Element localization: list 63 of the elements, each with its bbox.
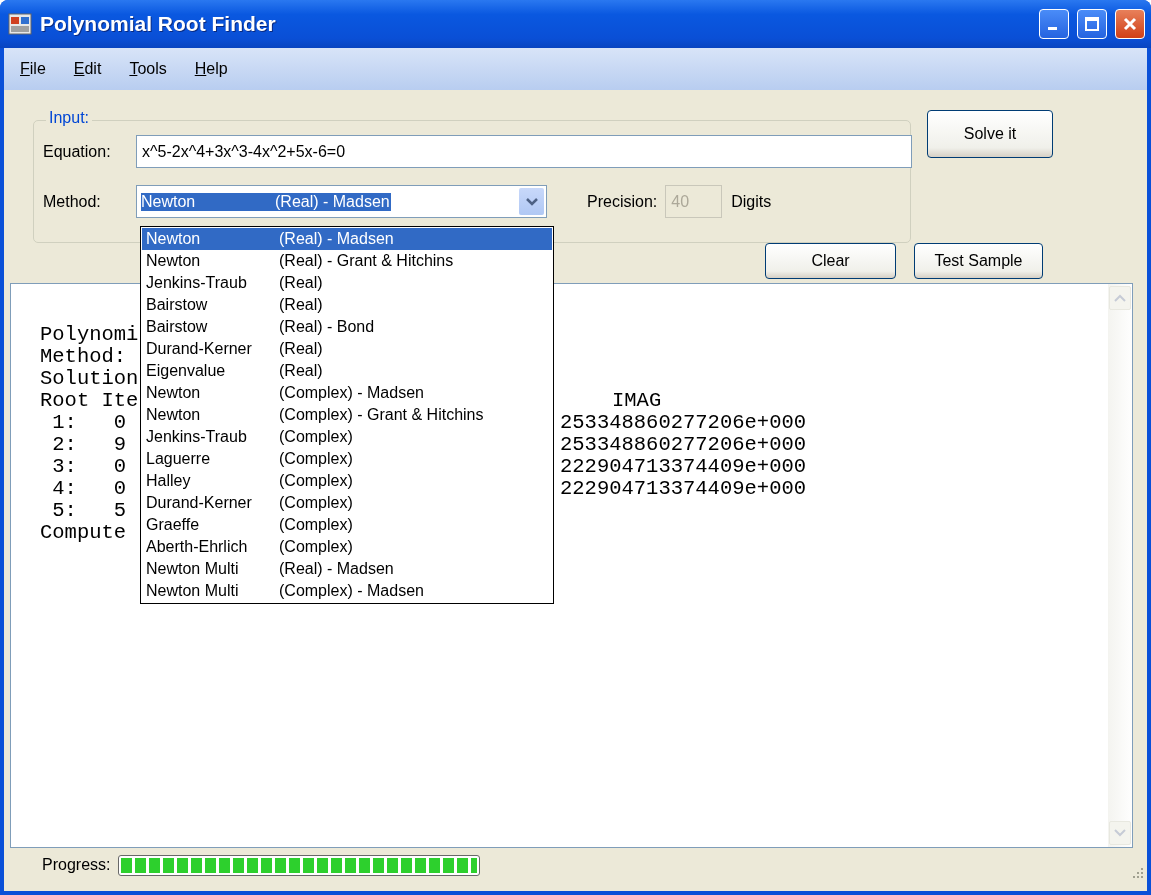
close-button[interactable] xyxy=(1115,9,1145,39)
menu-item[interactable]: Help xyxy=(184,56,238,82)
output-text: Method: xyxy=(40,346,127,368)
app-icon xyxy=(8,12,32,36)
method-label: Method: xyxy=(43,192,102,211)
group-legend: Input: xyxy=(46,109,93,127)
minimize-icon xyxy=(1047,26,1057,30)
output-text: Root Ite xyxy=(40,390,139,412)
method-option[interactable]: Newton (Real) - Madsen xyxy=(142,228,552,250)
maximize-icon xyxy=(1084,16,1100,32)
method-option[interactable]: Bairstow (Real) xyxy=(142,294,552,316)
resize-grip-icon[interactable] xyxy=(1130,865,1144,879)
output-text: 222904713374409e+000 xyxy=(560,478,807,500)
window-title: Polynomial Root Finder xyxy=(40,12,277,36)
method-option[interactable]: Eigenvalue (Real) xyxy=(142,360,552,382)
test-sample-button[interactable]: Test Sample xyxy=(914,243,1043,279)
method-option[interactable]: Graeffe (Complex) xyxy=(142,514,552,536)
progress-label: Progress: xyxy=(42,856,111,874)
equation-label: Equation: xyxy=(43,142,112,161)
method-option[interactable]: Jenkins-Traub (Complex) xyxy=(142,426,552,448)
method-dropdown[interactable]: Newton (Real) - Madsen xyxy=(136,185,547,218)
method-option[interactable]: Aberth-Ehrlich (Complex) xyxy=(142,536,552,558)
maximize-button[interactable] xyxy=(1077,9,1107,39)
scroll-down-icon[interactable] xyxy=(1109,821,1131,845)
solve-button[interactable]: Solve it xyxy=(927,110,1053,158)
scroll-up-icon[interactable] xyxy=(1109,286,1131,310)
output-text: 0 xyxy=(113,412,128,434)
menu-item[interactable]: Tools xyxy=(119,56,177,82)
output-text: 1: xyxy=(52,412,78,434)
output-text: 3: xyxy=(52,456,78,478)
output-text: Solution xyxy=(40,368,139,390)
method-option[interactable]: Newton Multi (Complex) - Madsen xyxy=(142,580,552,602)
method-option[interactable]: Halley (Complex) xyxy=(142,470,552,492)
method-option[interactable]: Newton Multi (Real) - Madsen xyxy=(142,558,552,580)
method-option[interactable]: Durand-Kerner (Real) xyxy=(142,338,552,360)
output-text: 253348860277206e+000 xyxy=(560,412,807,434)
method-option[interactable]: Newton (Real) - Grant & Hitchins xyxy=(142,250,552,272)
method-option[interactable]: Newton (Complex) - Madsen xyxy=(142,382,552,404)
output-text: 2: xyxy=(52,434,78,456)
clear-button[interactable]: Clear xyxy=(765,243,896,279)
digits-label: Digits xyxy=(731,192,772,211)
method-option[interactable]: Newton (Complex) - Grant & Hitchins xyxy=(142,404,552,426)
output-text: 222904713374409e+000 xyxy=(560,456,807,478)
output-text: 253348860277206e+000 xyxy=(560,434,807,456)
output-text: 5 xyxy=(113,500,128,522)
output-text: Polynomi xyxy=(40,324,139,346)
minimize-button[interactable] xyxy=(1039,9,1069,39)
method-option[interactable]: Bairstow (Real) - Bond xyxy=(142,316,552,338)
output-text: 9 xyxy=(113,434,128,456)
output-text: 5: xyxy=(52,500,78,522)
output-text: IMAG xyxy=(612,390,662,412)
output-text: Compute xyxy=(40,522,127,544)
equation-field[interactable]: x^5-2x^4+3x^3-4x^2+5x-6=0 xyxy=(136,135,912,168)
output-text: 4: xyxy=(52,478,78,500)
precision-label: Precision: xyxy=(587,192,658,211)
output-text: 0 xyxy=(113,456,128,478)
output-text: 0 xyxy=(113,478,128,500)
menu-item[interactable]: File xyxy=(10,56,56,82)
menu-item[interactable]: Edit xyxy=(63,56,112,82)
method-option[interactable]: Laguerre (Complex) xyxy=(142,448,552,470)
close-icon xyxy=(1122,16,1138,32)
method-option[interactable]: Durand-Kerner (Complex) xyxy=(142,492,552,514)
scrollbar[interactable] xyxy=(1108,284,1132,847)
